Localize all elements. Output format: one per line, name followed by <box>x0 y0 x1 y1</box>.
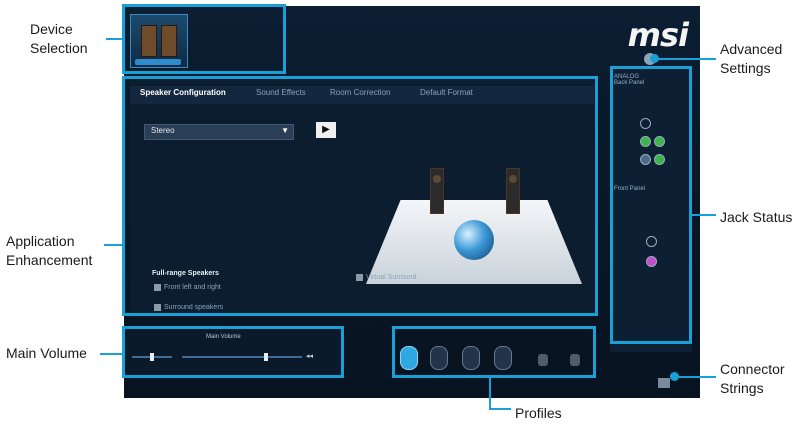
callout-line <box>104 244 124 246</box>
msi-logo: msi <box>627 16 689 54</box>
volume-box <box>122 326 344 378</box>
profiles-label: Profiles <box>515 405 562 421</box>
application-enhancement-label: Application Enhancement <box>6 233 93 268</box>
callout-line <box>489 378 491 410</box>
callout-line <box>106 38 124 40</box>
enhancement-box <box>122 76 598 316</box>
main-volume-label: Main Volume <box>6 345 87 361</box>
callout-dot <box>670 372 679 381</box>
callout-line <box>654 58 716 60</box>
profiles-box <box>392 326 596 378</box>
callout-line <box>692 214 716 216</box>
callout-line <box>100 353 124 355</box>
device-selection-label: Device Selection <box>30 21 88 56</box>
connector-strings-icon[interactable] <box>658 378 670 388</box>
jack-status-label: Jack Status <box>720 209 793 225</box>
connector-strings-label: Connector Strings <box>720 361 785 396</box>
advanced-settings-label: Advanced Settings <box>720 41 783 76</box>
jack-status-box <box>610 66 692 344</box>
callout-line <box>489 408 511 410</box>
callout-dot <box>650 54 659 63</box>
device-selection-box <box>122 4 286 74</box>
callout-line <box>674 376 716 378</box>
